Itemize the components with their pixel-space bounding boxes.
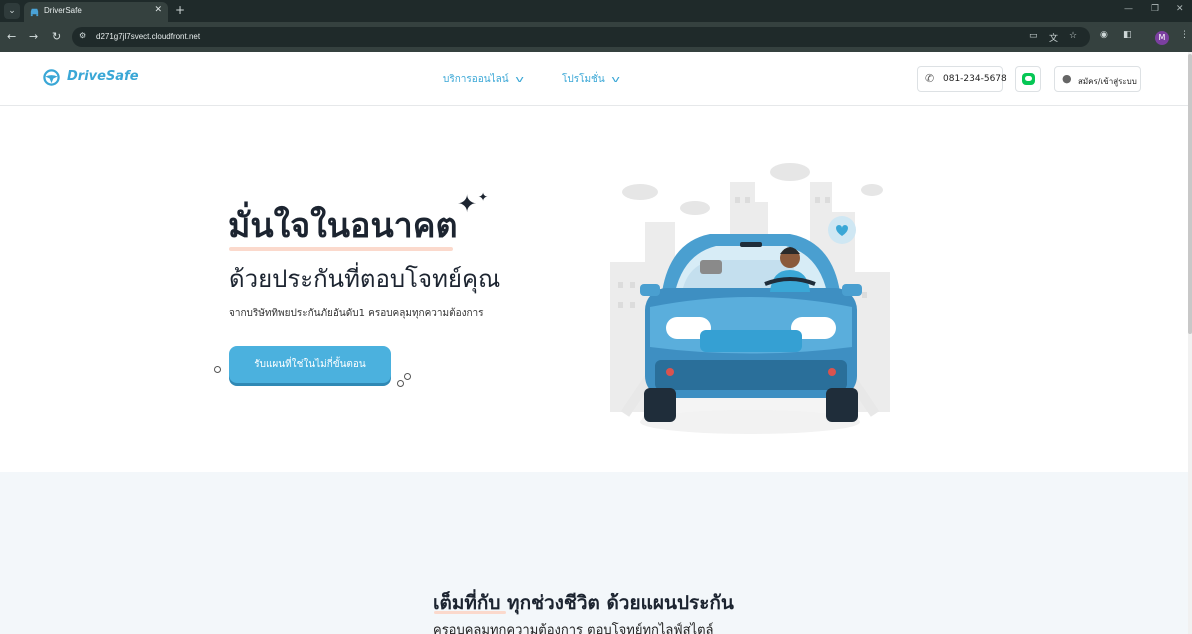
decor-circle (214, 366, 221, 373)
extension-icon[interactable]: ◉ (1100, 30, 1108, 40)
hero-description: จากบริษัททิพยประกันภัยอันดับ1 ครอบคลุมทุ… (229, 308, 484, 319)
plans-section: เต็มที่กับ ทุกช่วงชีวิต ด้วยแผนประกัน คร… (0, 472, 1188, 634)
car-favicon-icon (30, 8, 39, 17)
minimize-icon[interactable]: — (1124, 4, 1133, 14)
browser-tab-bar: ⌄ DriverSafe ✕ + — ❐ ✕ (0, 0, 1192, 22)
phone-icon: ✆ (925, 72, 935, 85)
site-info-icon[interactable]: ⚙ (79, 31, 86, 40)
section-subtitle: ครอบคลุมทุกความต้องการ ตอบโจทย์ทุกไลฟ์สไ… (433, 623, 714, 634)
user-icon: ● (1062, 72, 1072, 85)
url-text: d271g7jl7svect.cloudfront.net (96, 32, 201, 41)
login-button[interactable]: ● สมัคร/เข้าสู่ระบบ (1054, 66, 1141, 92)
logo-text: DriveSafe (67, 69, 139, 84)
tab-search-button[interactable]: ⌄ (4, 3, 20, 19)
hero-section: มั่นใจในอนาคต ✦ ✦ ด้วยประกันที่ตอบโจทย์ค… (0, 106, 1188, 472)
tab-close-icon[interactable]: ✕ (154, 5, 162, 15)
back-arrow-icon[interactable]: ← (7, 30, 16, 44)
sparkle-small-icon: ✦ (478, 190, 489, 204)
nav-online-services[interactable]: บริการออนไลน์ v (443, 72, 524, 87)
install-icon[interactable]: ▭ (1029, 31, 1038, 41)
bookmark-star-icon[interactable]: ☆ (1069, 31, 1077, 41)
forward-arrow-icon[interactable]: → (29, 30, 38, 44)
close-window-icon[interactable]: ✕ (1176, 4, 1184, 14)
reload-icon[interactable]: ↻ (52, 30, 61, 44)
steering-wheel-icon (43, 69, 60, 86)
browser-tab-active[interactable]: DriverSafe ✕ (24, 2, 168, 22)
page-scrollbar-thumb[interactable] (1188, 54, 1192, 334)
phone-button[interactable]: ✆ 081-234-5678 (917, 66, 1007, 92)
phone-number: 081-234-5678 (943, 74, 1007, 84)
nav-label: บริการออนไลน์ (443, 74, 509, 85)
address-bar[interactable]: ⚙ d271g7jl7svect.cloudfront.net ▭ 文 ☆ (72, 27, 1090, 47)
chevron-down-icon: v (611, 75, 620, 85)
line-button[interactable] (1015, 66, 1041, 92)
site-header: DriveSafe บริการออนไลน์ v โปรโมชั่น v ✆ 08… (0, 52, 1188, 106)
section-title: เต็มที่กับ ทุกช่วงชีวิต ด้วยแผนประกัน (433, 592, 734, 614)
chevron-down-icon: v (515, 75, 524, 85)
hero-subtitle: ด้วยประกันที่ตอบโจทย์คุณ (229, 265, 501, 293)
line-icon (1022, 73, 1035, 85)
car-driver-illustration (610, 163, 890, 434)
maximize-icon[interactable]: ❐ (1151, 4, 1159, 14)
hero-title: มั่นใจในอนาคต (228, 206, 458, 246)
decor-circle (397, 380, 404, 387)
profile-avatar[interactable]: M (1155, 31, 1169, 45)
translate-icon[interactable]: 文 (1049, 31, 1058, 44)
new-tab-button[interactable]: + (175, 3, 185, 17)
tab-title: DriverSafe (44, 6, 82, 15)
extensions-puzzle-icon[interactable]: ◧ (1123, 30, 1132, 40)
menu-kebab-icon[interactable]: ⋮ (1180, 30, 1189, 40)
sparkle-icon: ✦ (457, 190, 478, 218)
nav-promotions[interactable]: โปรโมชั่น v (562, 72, 620, 87)
decor-circle (404, 373, 411, 380)
browser-toolbar: ← → ↻ ⚙ d271g7jl7svect.cloudfront.net ▭ … (0, 22, 1192, 52)
get-plan-button[interactable]: รับแผนที่ใช่ในไม่กี่ขั้นตอน (229, 346, 391, 383)
nav-label: โปรโมชั่น (562, 74, 605, 85)
login-label: สมัคร/เข้าสู่ระบบ (1078, 77, 1137, 86)
